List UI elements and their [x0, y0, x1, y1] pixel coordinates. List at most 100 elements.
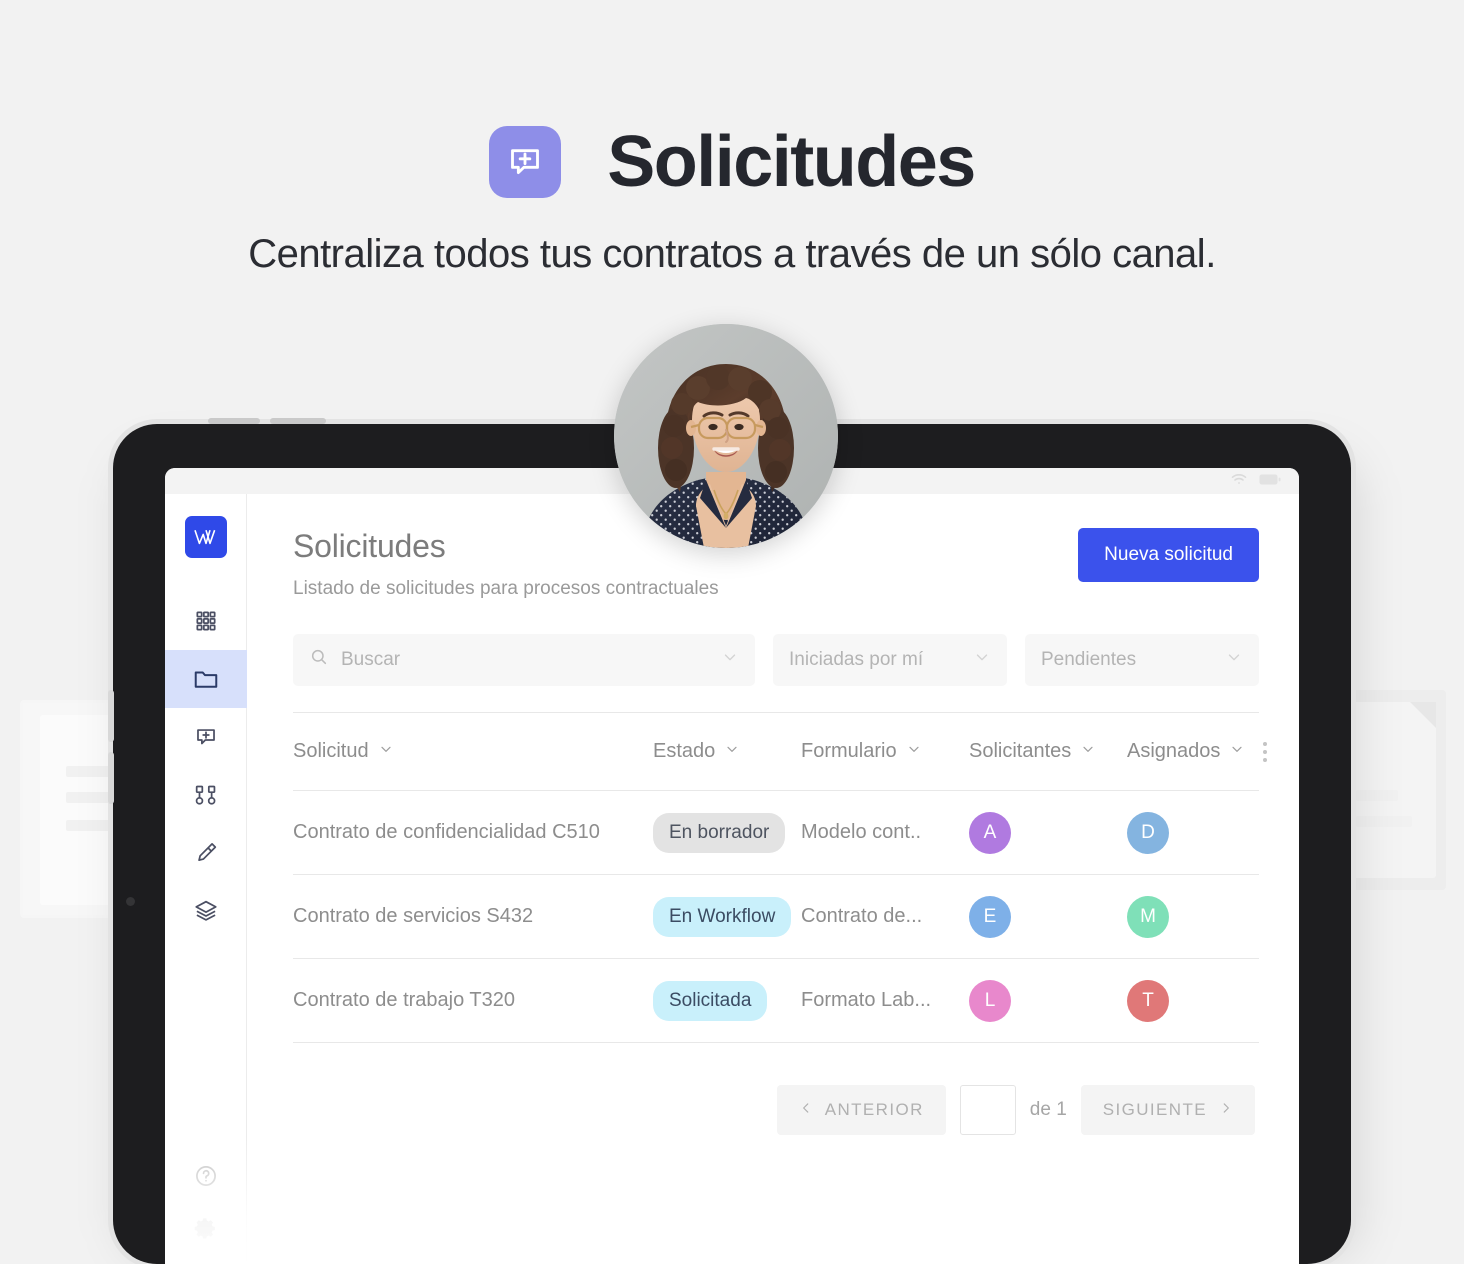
requests-table: Solicitud Estado Formulario Solicitantes… — [293, 712, 1267, 1043]
page-number-input[interactable] — [959, 1085, 1016, 1135]
chevron-down-icon — [1080, 740, 1096, 763]
watermark-line — [1356, 816, 1412, 827]
watermark-line — [1356, 790, 1398, 801]
search-placeholder: Buscar — [341, 649, 401, 670]
cell-formulario: Formato Lab... — [801, 989, 932, 1011]
chevron-down-icon — [1225, 648, 1243, 672]
search-icon — [309, 647, 329, 673]
table-row[interactable]: Contrato de trabajo T320 Solicitada Form… — [293, 959, 1259, 1043]
cell-asignados: M — [1127, 895, 1263, 938]
content-header: Solicitudes Listado de solicitudes para … — [293, 528, 1259, 600]
page-total-label: de 1 — [1029, 1099, 1067, 1120]
sidebar-item-apps[interactable] — [165, 592, 247, 650]
content-header-text: Solicitudes Listado de solicitudes para … — [293, 528, 719, 600]
column-header-asignados-label: Asignados — [1127, 740, 1221, 762]
tablet-volume-button — [108, 752, 114, 804]
cell-asignados: T — [1127, 979, 1263, 1022]
content-subtitle: Listado de solicitudes para procesos con… — [293, 578, 719, 599]
column-header-solicitantes[interactable]: Solicitantes — [969, 740, 1127, 763]
sidebar-bottom — [165, 1150, 247, 1264]
tablet-top-button — [208, 418, 260, 424]
cell-estado: En Workflow — [653, 896, 801, 937]
search-input[interactable]: Buscar — [293, 634, 755, 686]
cell-solicitud: Contrato de servicios S432 — [293, 905, 534, 927]
chevron-left-icon — [799, 1100, 813, 1120]
hero-title-row: Solicitudes — [0, 126, 1464, 198]
sidebar-item-edit[interactable] — [165, 824, 247, 882]
previous-page-label: ANTERIOR — [824, 1100, 924, 1119]
status-badge: En borrador — [653, 812, 786, 853]
column-header-solicitantes-label: Solicitantes — [969, 740, 1072, 762]
filter-started-by[interactable]: Iniciadas por mí — [773, 634, 1007, 686]
column-header-solicitud-label: Solicitud — [293, 740, 369, 762]
sidebar-item-folder[interactable] — [165, 650, 247, 708]
chevron-down-icon — [378, 740, 394, 763]
avatar-portrait — [614, 324, 838, 548]
column-header-estado[interactable]: Estado — [653, 740, 801, 763]
watermark-document-fold — [1410, 702, 1436, 728]
cell-asignados: D — [1127, 811, 1263, 854]
new-request-button[interactable]: Nueva solicitud — [1078, 528, 1259, 582]
table-row[interactable]: Contrato de servicios S432 En Workflow C… — [293, 875, 1259, 959]
app-logo[interactable] — [184, 516, 227, 558]
battery-icon — [1259, 472, 1281, 490]
cell-solicitantes: L — [969, 979, 1127, 1022]
filter-status[interactable]: Pendientes — [1025, 634, 1259, 686]
tablet-top-button — [270, 418, 326, 424]
content-title: Solicitudes — [293, 528, 446, 564]
avatar[interactable]: T — [1127, 979, 1169, 1022]
column-header-asignados[interactable]: Asignados — [1127, 740, 1263, 763]
tablet-screen: Solicitudes Listado de solicitudes para … — [165, 468, 1299, 1264]
column-header-formulario[interactable]: Formulario — [801, 740, 969, 763]
main-content: Solicitudes Listado de solicitudes para … — [247, 494, 1299, 1264]
wifi-icon — [1231, 472, 1247, 490]
status-badge: En Workflow — [653, 896, 792, 937]
chat-plus-icon — [489, 126, 562, 198]
hero-subtitle: Centraliza todos tus contratos a través … — [248, 232, 1216, 276]
chevron-right-icon — [1219, 1100, 1233, 1120]
app-window: Solicitudes Listado de solicitudes para … — [165, 494, 1299, 1264]
previous-page-button[interactable]: ANTERIOR — [776, 1085, 946, 1135]
cell-estado: En borrador — [653, 812, 801, 853]
filter-status-label: Pendientes — [1041, 649, 1137, 670]
cell-estado: Solicitada — [653, 980, 801, 1021]
page-title: Solicitudes — [607, 122, 976, 202]
sidebar-item-workflow[interactable] — [165, 766, 247, 824]
table-options-button[interactable] — [1263, 741, 1271, 762]
cell-solicitud: Contrato de trabajo T320 — [293, 989, 516, 1011]
cell-formulario: Contrato de... — [801, 905, 923, 927]
avatar[interactable]: A — [969, 811, 1011, 854]
chevron-down-icon — [721, 648, 739, 672]
kebab-menu-icon — [1263, 741, 1267, 762]
sidebar — [165, 494, 247, 1264]
cell-solicitantes: E — [969, 895, 1127, 938]
chevron-down-icon — [1229, 740, 1245, 763]
sidebar-item-requests[interactable] — [165, 708, 247, 766]
sidebar-item-layers[interactable] — [165, 882, 247, 940]
next-page-button[interactable]: SIGUIENTE — [1080, 1085, 1255, 1135]
tablet-device: Solicitudes Listado de solicitudes para … — [113, 424, 1351, 1264]
chevron-down-icon — [724, 740, 740, 763]
chevron-down-icon — [973, 648, 991, 672]
hero-section: Solicitudes Centraliza todos tus contrat… — [0, 0, 1464, 277]
avatar[interactable]: E — [969, 895, 1011, 938]
cell-solicitud: Contrato de confidencialidad C510 — [293, 821, 600, 843]
cell-solicitantes: A — [969, 811, 1127, 854]
sidebar-item-settings[interactable] — [165, 1202, 247, 1254]
table-row[interactable]: Contrato de confidencialidad C510 En bor… — [293, 791, 1259, 875]
avatar[interactable]: L — [969, 979, 1011, 1022]
column-header-estado-label: Estado — [653, 740, 716, 762]
sidebar-item-help[interactable] — [165, 1150, 247, 1202]
status-badge: Solicitada — [653, 980, 768, 1021]
watermark-document-right-inner — [1348, 702, 1436, 878]
table-header-row: Solicitud Estado Formulario Solicitantes… — [293, 713, 1267, 791]
cell-formulario: Modelo cont.. — [801, 821, 922, 843]
column-header-solicitud[interactable]: Solicitud — [293, 740, 653, 763]
chevron-down-icon — [906, 740, 922, 763]
next-page-label: SIGUIENTE — [1102, 1100, 1207, 1119]
avatar[interactable]: D — [1127, 811, 1169, 854]
filter-started-by-label: Iniciadas por mí — [789, 649, 924, 670]
column-header-formulario-label: Formulario — [801, 740, 897, 762]
avatar[interactable]: M — [1127, 895, 1169, 938]
tablet-volume-button — [108, 690, 114, 742]
